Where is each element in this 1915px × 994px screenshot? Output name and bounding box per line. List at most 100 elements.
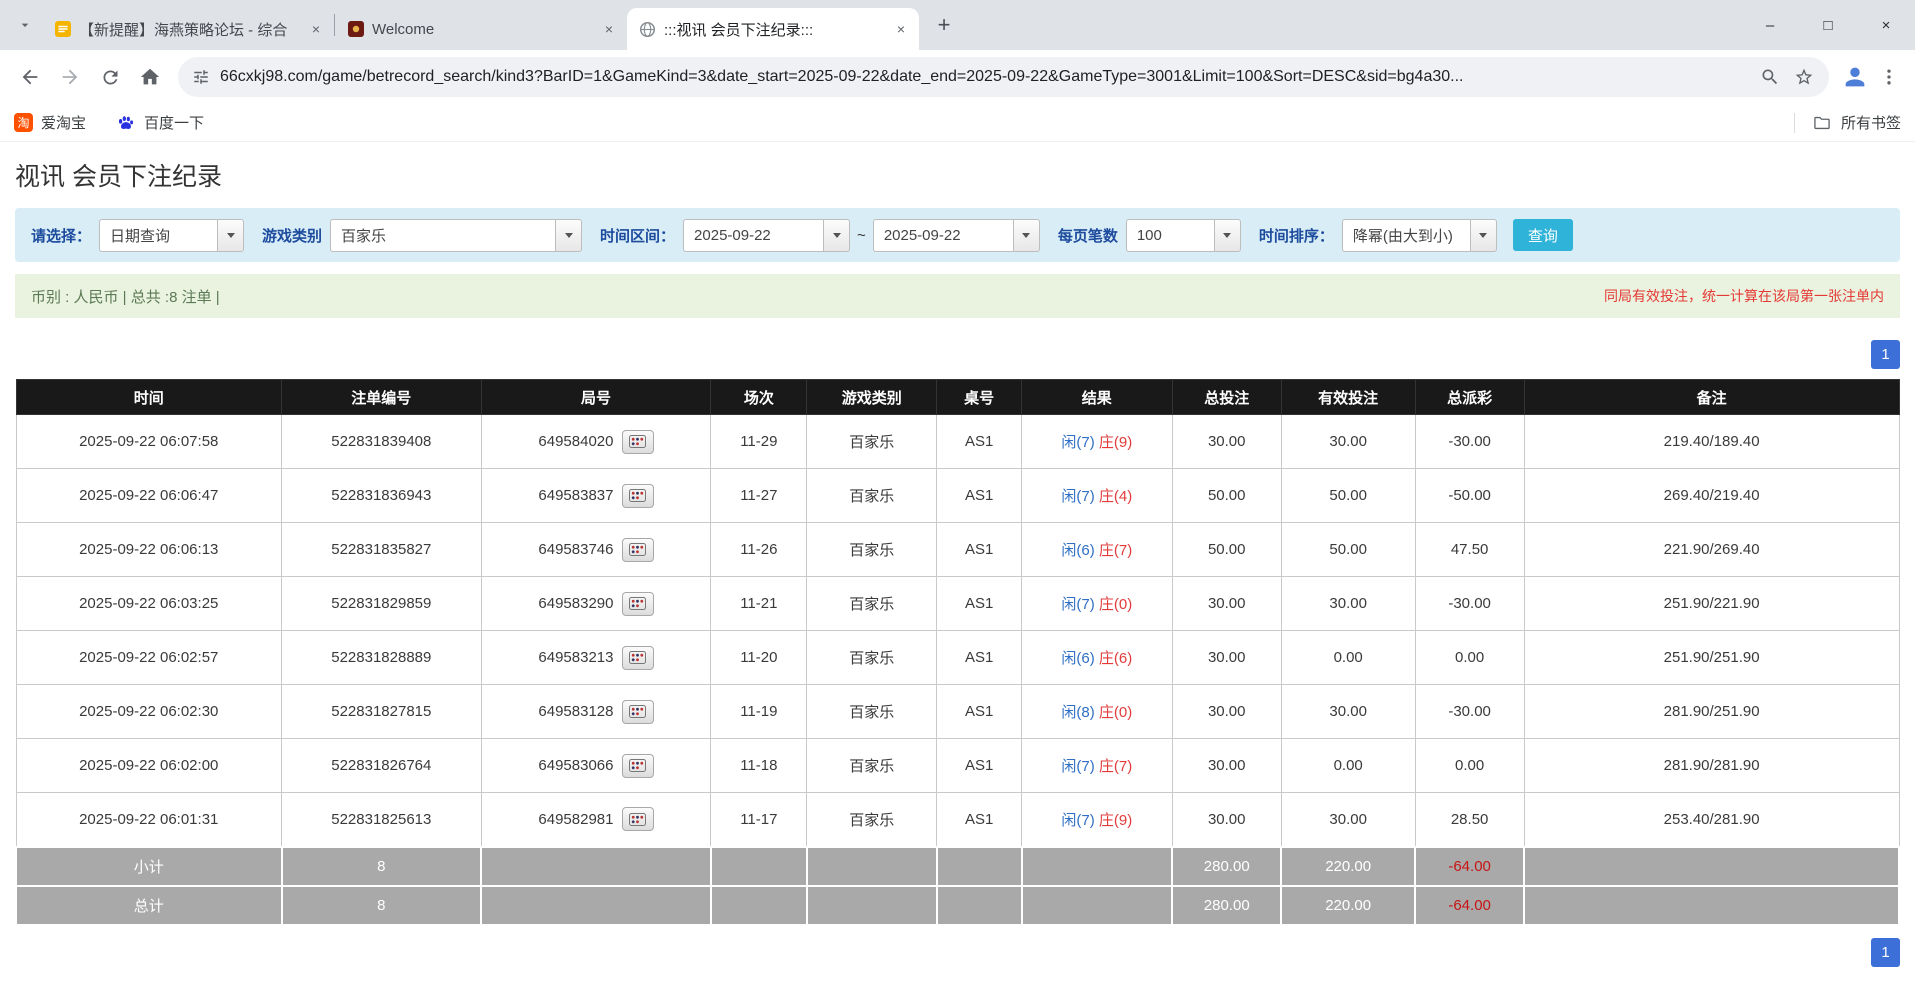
- cell-session: 11-26: [711, 523, 807, 577]
- cell-time: 2025-09-22 06:02:00: [16, 739, 282, 793]
- close-button[interactable]: ×: [1857, 0, 1915, 50]
- tab-close-icon[interactable]: ×: [599, 19, 619, 39]
- per-page-value: 100: [1126, 219, 1214, 252]
- cell-total-bet[interactable]: 30.00: [1172, 739, 1281, 793]
- round-detail-button[interactable]: [622, 700, 654, 724]
- result-text: 闲(6) 庄(7): [1061, 542, 1132, 559]
- empty-cell: [937, 886, 1022, 925]
- tab-close-icon[interactable]: ×: [891, 19, 911, 39]
- forward-button[interactable]: [50, 57, 90, 97]
- cell-session: 11-21: [711, 577, 807, 631]
- cell-total-bet[interactable]: 30.00: [1172, 577, 1281, 631]
- cell-game-type: 百家乐: [807, 685, 937, 739]
- roadmap-icon: [629, 651, 646, 664]
- date-end-value: 2025-09-22: [873, 219, 1013, 252]
- bookmark-baidu[interactable]: 百度一下: [116, 112, 204, 133]
- tab-forum[interactable]: 【新提醒】海燕策略论坛 - 综合 ×: [42, 8, 334, 50]
- cell-game-type: 百家乐: [807, 469, 937, 523]
- notice-text: 同局有效投注，统一计算在该局第一张注单内: [1604, 286, 1884, 306]
- maximize-button[interactable]: □: [1799, 0, 1857, 50]
- result-player: 闲(8): [1061, 704, 1094, 721]
- profile-button[interactable]: [1837, 59, 1873, 95]
- cell-payout: 0.00: [1415, 631, 1524, 685]
- back-button[interactable]: [10, 57, 50, 97]
- avatar-person-icon: [1841, 63, 1869, 91]
- page-1-button[interactable]: 1: [1871, 340, 1900, 369]
- tab-welcome[interactable]: Welcome ×: [335, 8, 627, 50]
- chevron-down-icon[interactable]: [555, 219, 582, 252]
- url-text[interactable]: 66cxkj98.com/game/betrecord_search/kind3…: [220, 68, 1743, 86]
- cell-valid-bet: 50.00: [1281, 523, 1415, 577]
- cell-total-bet[interactable]: 30.00: [1172, 685, 1281, 739]
- chevron-down-icon[interactable]: [1214, 219, 1241, 252]
- cell-time: 2025-09-22 06:07:58: [16, 415, 282, 469]
- zoom-button[interactable]: [1753, 60, 1787, 94]
- round-number: 649583837: [538, 487, 613, 504]
- cell-total-bet[interactable]: 50.00: [1172, 469, 1281, 523]
- chevron-down-icon[interactable]: [1470, 219, 1497, 252]
- tab-search-chevron-icon[interactable]: [8, 8, 42, 42]
- cell-total-bet[interactable]: 30.00: [1172, 631, 1281, 685]
- column-header: 有效投注: [1281, 380, 1415, 415]
- cell-bet-id: 522831827815: [282, 685, 482, 739]
- empty-cell: [481, 847, 711, 886]
- cell-total-bet[interactable]: 50.00: [1172, 523, 1281, 577]
- select-label: 请选择：: [31, 225, 91, 246]
- browser-window: 【新提醒】海燕策略论坛 - 综合 × Welcome × :::视讯 会员下注纪…: [0, 0, 1915, 142]
- roadmap-icon: [629, 435, 646, 448]
- round-detail-button[interactable]: [622, 646, 654, 670]
- cell-result: 闲(6) 庄(6): [1022, 631, 1173, 685]
- column-header: 游戏类别: [807, 380, 937, 415]
- cell-round: 649583128: [481, 685, 711, 739]
- round-detail-button[interactable]: [622, 807, 654, 831]
- cell-total-bet[interactable]: 30.00: [1172, 793, 1281, 847]
- cell-valid-bet: 30.00: [1281, 685, 1415, 739]
- page-1-button[interactable]: 1: [1871, 938, 1900, 967]
- minimize-button[interactable]: –: [1741, 0, 1799, 50]
- round-detail-button[interactable]: [622, 754, 654, 778]
- cell-bet-id: 522831829859: [282, 577, 482, 631]
- site-settings-tune-icon[interactable]: [192, 68, 210, 86]
- cell-remark: 219.40/189.40: [1524, 415, 1899, 469]
- home-button[interactable]: [130, 57, 170, 97]
- chevron-down-icon[interactable]: [823, 219, 850, 252]
- page-content: 视讯 会员下注纪录 请选择： 日期查询 游戏类别 百家乐 时间区间： 2025-…: [0, 162, 1915, 967]
- sort-value: 降幂(由大到小): [1342, 219, 1470, 252]
- table-row: 2025-09-22 06:02:57522831828889649583213…: [16, 631, 1899, 685]
- chevron-down-icon: [17, 17, 33, 33]
- kebab-menu-icon: [1879, 67, 1899, 87]
- cell-session: 11-27: [711, 469, 807, 523]
- new-tab-button[interactable]: +: [929, 10, 959, 40]
- query-button[interactable]: 查询: [1513, 219, 1573, 251]
- tab-close-icon[interactable]: ×: [306, 19, 326, 39]
- date-start-select[interactable]: 2025-09-22: [683, 219, 850, 252]
- address-bar[interactable]: 66cxkj98.com/game/betrecord_search/kind3…: [178, 57, 1829, 97]
- date-type-select[interactable]: 日期查询: [99, 219, 244, 252]
- chevron-down-icon[interactable]: [217, 219, 244, 252]
- cell-session: 11-17: [711, 793, 807, 847]
- round-detail-button[interactable]: [622, 484, 654, 508]
- tab-betrecord-active[interactable]: :::视讯 会员下注纪录::: ×: [627, 8, 919, 50]
- round-detail-button[interactable]: [622, 538, 654, 562]
- game-type-select[interactable]: 百家乐: [330, 219, 582, 252]
- round-detail-button[interactable]: [622, 592, 654, 616]
- round-detail-button[interactable]: [622, 430, 654, 454]
- cell-remark: 251.90/221.90: [1524, 577, 1899, 631]
- result-banker: 庄(0): [1099, 704, 1132, 721]
- refresh-button[interactable]: [90, 57, 130, 97]
- cell-time: 2025-09-22 06:01:31: [16, 793, 282, 847]
- chevron-down-icon[interactable]: [1013, 219, 1040, 252]
- per-page-select[interactable]: 100: [1126, 219, 1241, 252]
- cell-result: 闲(7) 庄(9): [1022, 415, 1173, 469]
- cell-round: 649583837: [481, 469, 711, 523]
- all-bookmarks[interactable]: 所有书签: [1794, 112, 1901, 133]
- date-end-select[interactable]: 2025-09-22: [873, 219, 1040, 252]
- bookmark-star-button[interactable]: [1787, 60, 1821, 94]
- cell-total-bet[interactable]: 30.00: [1172, 415, 1281, 469]
- sort-select[interactable]: 降幂(由大到小): [1342, 219, 1497, 252]
- bookmark-taobao[interactable]: 淘 爱淘宝: [14, 112, 86, 133]
- round-number: 649583290: [538, 595, 613, 612]
- cell-table-number: AS1: [937, 415, 1022, 469]
- cell-bet-id: 522831836943: [282, 469, 482, 523]
- browser-menu-button[interactable]: [1873, 59, 1905, 95]
